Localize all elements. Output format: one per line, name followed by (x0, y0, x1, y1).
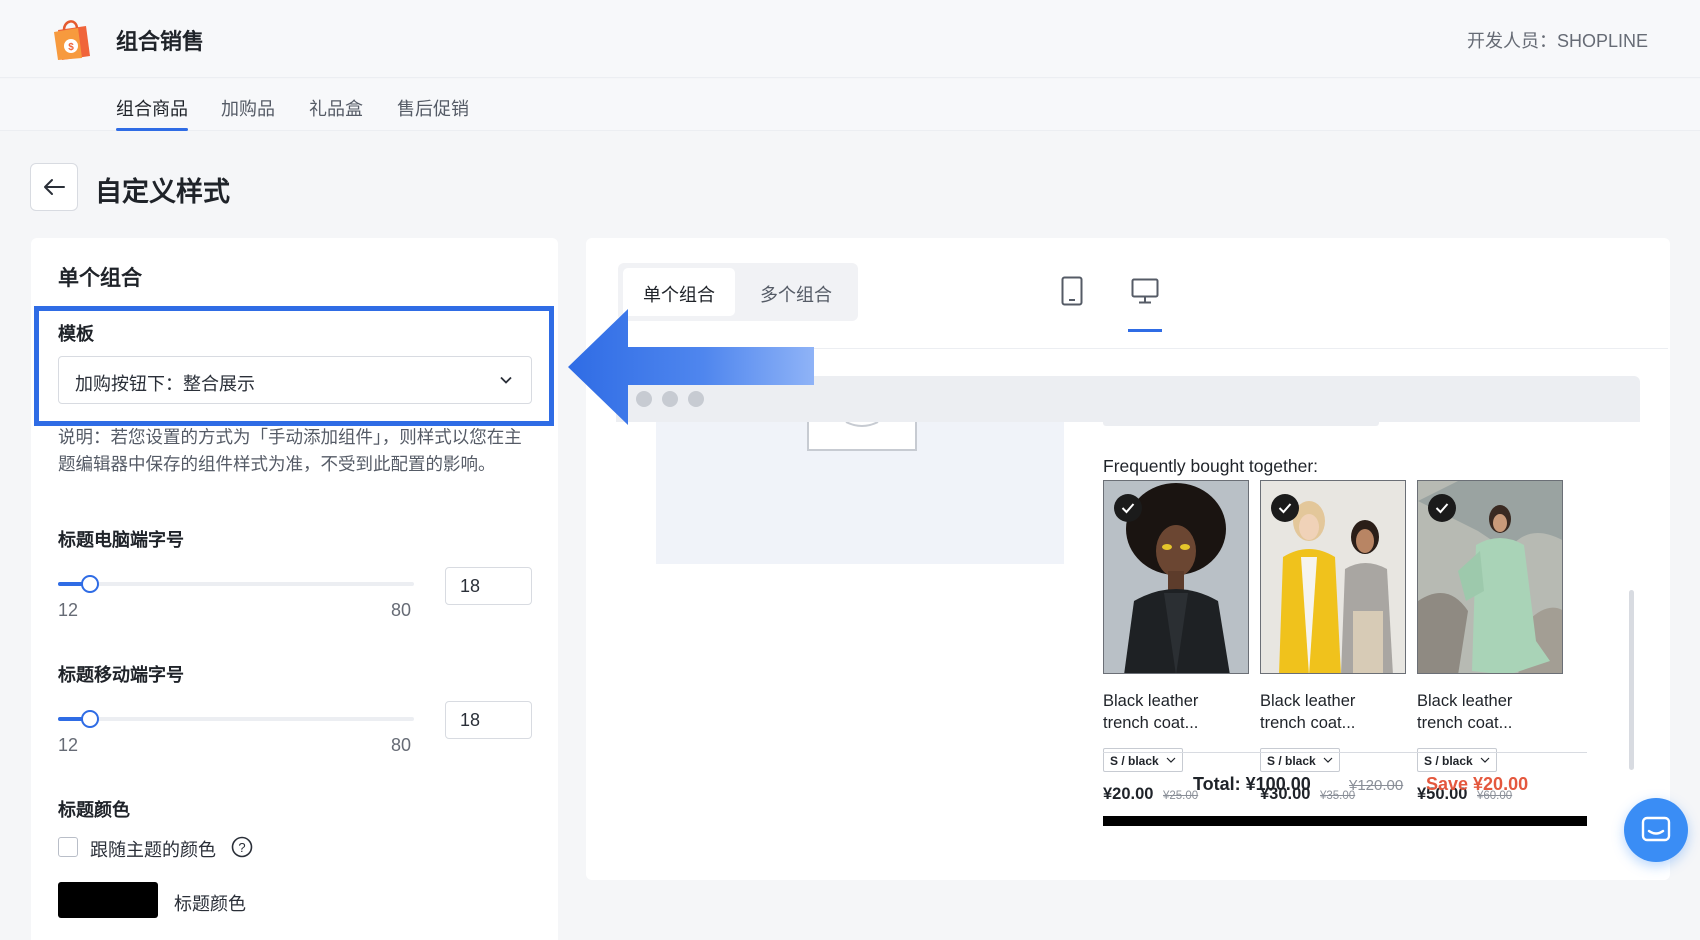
product-name-line1: Black leather (1103, 692, 1199, 710)
product-select-check[interactable] (1428, 494, 1456, 522)
add-bundle-to-cart-button[interactable] (1103, 816, 1587, 826)
svg-text:?: ? (238, 840, 245, 855)
desktop-size-min: 12 (58, 600, 79, 620)
product-name: Black leather trench coat... (1417, 690, 1563, 734)
mobile-size-min: 12 (58, 735, 79, 755)
tab-bundle-products[interactable]: 组合商品 (116, 95, 188, 131)
product-image[interactable] (1417, 480, 1563, 674)
tab-add-ons[interactable]: 加购品 (221, 95, 275, 121)
tab-bar: 组合商品 加购品 礼品盒 售后促销 (0, 79, 1700, 131)
product-price: ¥20.00 (1103, 785, 1154, 803)
fbt-title: Frequently bought together: (1103, 456, 1319, 476)
chevron-down-icon (1323, 757, 1333, 763)
template-highlight-box (34, 306, 554, 426)
section-title: 单个组合 (58, 267, 142, 290)
tab-gift-box[interactable]: 礼品盒 (309, 95, 363, 121)
chevron-down-icon (1480, 757, 1490, 763)
product-name-line2: trench coat... (1103, 714, 1199, 732)
desktop-size-label: 标题电脑端字号 (58, 530, 184, 550)
checkmark-icon (1435, 503, 1449, 514)
back-button[interactable] (30, 163, 78, 211)
desktop-device-icon[interactable] (1131, 278, 1159, 304)
product-image[interactable] (1103, 480, 1249, 674)
tab-post-purchase[interactable]: 售后促销 (397, 95, 469, 121)
product-name-line2: trench coat... (1260, 714, 1356, 732)
preview-scrollbar[interactable] (1629, 590, 1634, 770)
product-image-placeholder (656, 422, 1064, 564)
product-image[interactable] (1260, 480, 1406, 674)
product-name-line1: Black leather (1417, 692, 1513, 710)
device-tab-underline (1128, 329, 1162, 332)
bundle-total-old: ¥120.00 (1349, 777, 1404, 794)
arrow-left-icon (44, 179, 65, 195)
follow-theme-label: 跟随主题的颜色 (90, 840, 216, 860)
variant-value: S / black (1424, 754, 1473, 768)
product-select-check[interactable] (1114, 494, 1142, 522)
desktop-size-slider-track[interactable] (58, 582, 414, 586)
mobile-device-icon[interactable] (1061, 276, 1083, 306)
product-name: Black leather trench coat... (1260, 690, 1406, 734)
chevron-down-icon (1166, 757, 1176, 763)
browser-preview: Frequently bought together: Black leathe… (616, 376, 1640, 880)
page-title: 自定义样式 (95, 177, 230, 207)
top-header: $ 组合销售 开发人员：SHOPLINE (0, 0, 1700, 78)
variant-value: S / black (1110, 754, 1159, 768)
help-icon[interactable]: ? (231, 836, 253, 858)
developer-label: 开发人员：SHOPLINE (1466, 31, 1648, 51)
template-hint: 说明：若您设置的方式为「手动添加组件」，则样式以您在主题编辑器中保存的组件样式为… (58, 427, 522, 474)
total-divider (1103, 752, 1587, 753)
desktop-size-input[interactable]: 18 (445, 567, 532, 605)
chat-icon (1641, 816, 1671, 842)
product-name-line2: trench coat... (1417, 714, 1513, 732)
hidden-top-bar (1103, 422, 1379, 426)
shopping-bag-logo-icon: $ (54, 20, 90, 60)
product-select-check[interactable] (1271, 494, 1299, 522)
product-name: Black leather trench coat... (1103, 690, 1249, 734)
title-color-swatch-label: 标题颜色 (174, 894, 246, 914)
checkmark-icon (1278, 503, 1292, 514)
product-name-line1: Black leather (1260, 692, 1356, 710)
mobile-size-input[interactable]: 18 (445, 701, 532, 739)
follow-theme-checkbox[interactable] (58, 837, 78, 857)
title-color-swatch[interactable] (58, 882, 158, 918)
variant-value: S / black (1267, 754, 1316, 768)
image-placeholder-icon (807, 422, 917, 451)
svg-text:$: $ (68, 42, 74, 53)
bundle-total: Total: ¥100.00 (1193, 774, 1311, 794)
checkmark-icon (1121, 503, 1135, 514)
mobile-size-slider-track[interactable] (58, 717, 414, 721)
bundle-savings: Save ¥20.00 (1426, 774, 1529, 794)
mobile-size-label: 标题移动端字号 (58, 665, 184, 685)
app-title: 组合销售 (116, 29, 205, 54)
desktop-size-max: 80 (391, 600, 412, 620)
title-color-label: 标题颜色 (58, 800, 130, 820)
annotation-arrow-icon (568, 309, 814, 425)
chat-support-button[interactable] (1624, 798, 1688, 862)
desktop-size-slider-thumb[interactable] (81, 575, 99, 593)
mobile-size-max: 80 (391, 735, 412, 755)
mobile-size-slider-thumb[interactable] (81, 710, 99, 728)
